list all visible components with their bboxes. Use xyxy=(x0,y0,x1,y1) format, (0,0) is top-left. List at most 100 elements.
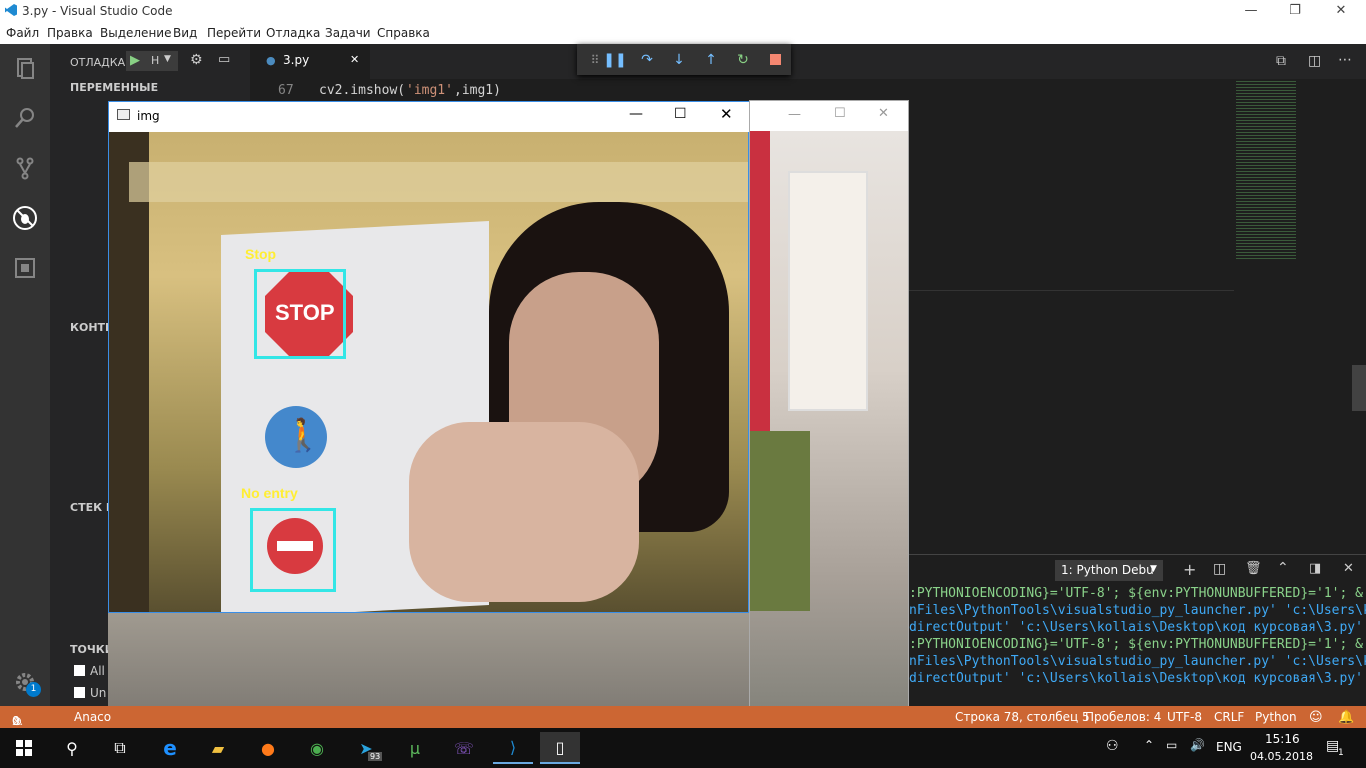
editor-tabs: ● 3.py ✕ ⧉ ◫ ⋯ xyxy=(250,44,1366,79)
trash-icon[interactable]: 🗑 xyxy=(1245,561,1262,576)
restart-icon[interactable]: ↻ xyxy=(727,44,759,75)
menu-help[interactable]: Справка xyxy=(377,26,430,40)
close-button[interactable]: ✕ xyxy=(1318,0,1364,22)
clock-time[interactable]: 15:16 xyxy=(1265,732,1300,746)
breakpoint-checkbox-uncaught[interactable] xyxy=(74,687,85,698)
maximize-icon[interactable]: ☐ xyxy=(834,106,846,121)
language-mode[interactable]: Python xyxy=(1255,710,1297,724)
settings-badge: 1 xyxy=(26,682,41,697)
hand xyxy=(409,422,639,602)
open-changes-icon[interactable]: ⧉ xyxy=(1276,53,1286,69)
windows-start-icon[interactable] xyxy=(4,732,44,764)
close-panel-icon[interactable]: ✕ xyxy=(1343,561,1354,576)
console-icon[interactable]: ▭ xyxy=(218,52,230,67)
tab-close-icon[interactable]: ✕ xyxy=(350,53,359,66)
gear-icon[interactable]: ⚙ xyxy=(190,52,203,68)
maximize-panel-icon[interactable]: ◨ xyxy=(1309,561,1321,576)
source-control-icon[interactable] xyxy=(0,144,50,192)
terminal-select[interactable]: 1: Python Debu ▼ xyxy=(1055,560,1163,581)
tray-chevron-up-icon[interactable]: ⌃ xyxy=(1144,738,1154,752)
firefox-icon[interactable]: ● xyxy=(248,732,288,764)
pause-icon[interactable]: ❚❚ xyxy=(599,44,631,75)
clock-date[interactable]: 04.05.2018 xyxy=(1250,750,1313,763)
menu-go[interactable]: Перейти xyxy=(207,26,261,40)
stop-detection-box xyxy=(254,269,346,359)
document-window-icon[interactable]: ▯ xyxy=(540,732,580,764)
debug-config-select[interactable]: ▶ Н ▼ xyxy=(126,51,178,71)
section-variables[interactable]: ПЕРЕМЕННЫЕ xyxy=(50,77,250,99)
file-explorer-icon[interactable]: ▰ xyxy=(198,732,238,764)
menu-tasks[interactable]: Задачи xyxy=(325,26,371,40)
step-into-icon[interactable]: ↓ xyxy=(663,44,695,75)
breakpoint-all-label: All xyxy=(90,664,105,678)
minimize-icon[interactable]: — xyxy=(788,107,801,122)
vscode-logo-icon xyxy=(4,3,18,17)
line-ending[interactable]: CRLF xyxy=(1214,710,1244,724)
status-bar: ⊗ 0 ⚠ 0 Anaco Строка 78, столбец 5 Пробе… xyxy=(0,706,1366,728)
new-terminal-icon[interactable]: + xyxy=(1183,560,1196,579)
volume-icon[interactable]: 🔊 xyxy=(1190,738,1205,752)
menu-selection[interactable]: Выделение xyxy=(100,26,171,40)
battery-icon[interactable]: ▭ xyxy=(1166,738,1177,752)
step-over-icon[interactable]: ↷ xyxy=(631,44,663,75)
breakpoint-uncaught-label: Un xyxy=(90,686,107,700)
chrome-icon[interactable]: ◉ xyxy=(297,732,337,764)
section-variables-label: ПЕРЕМЕННЫЕ xyxy=(70,81,159,94)
encoding[interactable]: UTF-8 xyxy=(1167,710,1202,724)
cursor-position[interactable]: Строка 78, столбец 5 xyxy=(955,710,1090,724)
edge-browser-icon[interactable]: e xyxy=(150,732,190,764)
grass-area xyxy=(750,431,810,611)
people-icon[interactable]: ⚇ xyxy=(1106,738,1119,754)
chevron-up-icon[interactable]: ⌃ xyxy=(1277,560,1289,576)
minimize-button[interactable]: — xyxy=(1228,0,1274,22)
camera-window[interactable]: img — ☐ ✕ STOP Stop 🚶 No entry xyxy=(108,101,749,613)
stop-icon[interactable] xyxy=(759,44,791,75)
debug-toolbar: ⠿ ❚❚ ↷ ↓ ↑ ↻ xyxy=(577,44,791,75)
task-view-icon[interactable]: ⧉ xyxy=(100,732,140,764)
menu-bar: Файл Правка Выделение Вид Перейти Отладк… xyxy=(0,22,1366,44)
more-actions-icon[interactable]: ⋯ xyxy=(1338,52,1352,68)
utorrent-icon[interactable]: µ xyxy=(395,732,435,764)
interpreter-label[interactable]: Anaco xyxy=(74,710,111,724)
menu-edit[interactable]: Правка xyxy=(47,26,93,40)
split-terminal-icon[interactable]: ◫ xyxy=(1213,561,1226,577)
menu-debug[interactable]: Отладка xyxy=(266,26,320,40)
camera-window-secondary[interactable]: — ☐ ✕ xyxy=(749,100,909,728)
terminal-line: directOutput' 'c:\Users\kollais\Desktop\… xyxy=(909,671,1363,686)
extensions-icon[interactable] xyxy=(0,244,50,292)
minimap[interactable] xyxy=(1234,79,1352,549)
menu-view[interactable]: Вид xyxy=(173,26,197,40)
search-icon[interactable] xyxy=(0,94,50,142)
explorer-icon[interactable] xyxy=(0,44,50,92)
window-app-icon xyxy=(117,109,130,120)
breakpoint-checkbox-all[interactable] xyxy=(74,665,85,676)
viber-icon[interactable]: ☏ xyxy=(444,732,484,764)
start-debug-icon[interactable]: ▶ xyxy=(130,53,140,68)
maximize-button[interactable]: ❐ xyxy=(1272,0,1318,22)
close-icon[interactable]: ✕ xyxy=(878,106,889,121)
input-language[interactable]: ENG xyxy=(1216,740,1242,754)
minimize-icon[interactable]: — xyxy=(629,106,643,122)
indentation[interactable]: Пробелов: 4 xyxy=(1085,710,1161,724)
python-file-icon: ● xyxy=(266,54,276,67)
settings-gear-icon[interactable] xyxy=(0,658,50,706)
terminal[interactable]: :PYTHONIOENCODING}='UTF-8'; ${env:PYTHON… xyxy=(909,586,1366,706)
terminal-select-label: 1: Python Debu xyxy=(1061,563,1154,577)
feedback-smiley-icon[interactable]: ☺ xyxy=(1309,710,1323,725)
maximize-icon[interactable]: ☐ xyxy=(674,106,687,122)
editor-scrollbar[interactable] xyxy=(1352,365,1366,411)
split-editor-icon[interactable]: ◫ xyxy=(1308,53,1321,69)
pedestrian-icon: 🚶 xyxy=(283,416,323,454)
step-out-icon[interactable]: ↑ xyxy=(695,44,727,75)
close-icon[interactable]: ✕ xyxy=(720,105,733,123)
search-icon[interactable]: ⚲ xyxy=(52,732,92,764)
notification-count: 1 xyxy=(1338,748,1344,758)
no-entry-detection-box xyxy=(250,508,336,592)
vscode-taskbar-icon[interactable]: ⟩ xyxy=(493,732,533,764)
notifications-bell-icon[interactable]: 🔔 xyxy=(1338,710,1354,725)
menu-file[interactable]: Файл xyxy=(6,26,39,40)
debug-icon[interactable] xyxy=(0,194,50,242)
tab-3py[interactable]: ● 3.py ✕ xyxy=(250,44,370,79)
terminal-line: :PYTHONIOENCODING}='UTF-8'; ${env:PYTHON… xyxy=(909,586,1366,601)
building-window xyxy=(788,171,868,411)
